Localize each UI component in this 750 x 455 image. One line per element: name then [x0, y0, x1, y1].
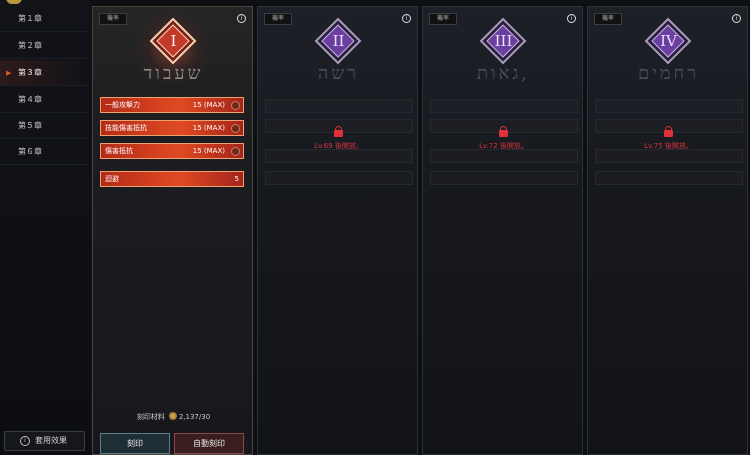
engrave-panel-3: 機率 i III גאות, Lv.72 後開放。 [422, 6, 583, 455]
empty-slot [265, 149, 413, 163]
rate-label: 機率 [436, 15, 449, 22]
engrave-label: 刻印 [127, 439, 143, 448]
rate-button[interactable]: 機率 [429, 13, 457, 25]
empty-slot [265, 99, 413, 113]
rune-inscription: שעבוד [143, 63, 204, 84]
lock-message: Lv.75 後開放。 [588, 126, 749, 151]
rate-button[interactable]: 機率 [594, 13, 622, 25]
stat-value: 15 (MAX) [192, 101, 225, 109]
stat-bar[interactable]: 傷害抵抗 15 (MAX) [100, 143, 244, 159]
stat-name: 技能傷害抵抗 [105, 124, 147, 132]
lock-toggle-icon[interactable] [231, 101, 240, 110]
material-counter: 刻印材料 2,137/30 [93, 412, 254, 422]
lock-toggle-icon[interactable] [231, 124, 240, 133]
rune-numeral: III [494, 32, 513, 50]
crest-icon [6, 0, 22, 4]
selected-arrow-icon: ▶ [6, 69, 12, 77]
rune-numeral: I [170, 32, 177, 50]
stat-name: 迴避 [105, 175, 119, 183]
engrave-panel-1: 機率 i I שעבוד 一般攻擊力 15 (MAX) 技能傷害抵抗 15 (M… [92, 6, 253, 455]
rate-label: 機率 [271, 15, 284, 22]
chapter-label: 第１章 [18, 14, 42, 23]
rate-label: 機率 [106, 15, 119, 22]
engrave-panel-4: 機率 i IV רחמים Lv.75 後開放。 [587, 6, 748, 455]
info-icon[interactable]: i [567, 14, 576, 23]
chapter-sidebar: 第１章 第２章 ▶ 第３章 第４章 第５章 第６章 i 套用效果 [0, 0, 90, 455]
chapter-item-6[interactable]: 第６章 [0, 139, 88, 165]
padlock-icon [664, 126, 673, 137]
material-count: 2,137/30 [178, 413, 211, 421]
info-icon[interactable]: i [402, 14, 411, 23]
chapter-label: 第２章 [18, 41, 42, 50]
rune-numeral: IV [660, 32, 677, 50]
stat-value: 15 (MAX) [192, 124, 225, 132]
auto-engrave-label: 自動刻印 [193, 439, 225, 448]
padlock-icon [499, 126, 508, 137]
stat-value: 5 [234, 175, 239, 183]
unlock-level-text: Lv.72 後開放。 [479, 142, 528, 150]
chapter-label: 第３章 [18, 68, 42, 77]
stat-name: 一般攻擊力 [105, 101, 140, 109]
stat-bar[interactable]: 技能傷害抵抗 15 (MAX) [100, 120, 244, 136]
rate-button[interactable]: 機率 [264, 13, 292, 25]
lock-message: Lv.72 後開放。 [423, 126, 584, 151]
empty-slot [430, 171, 578, 185]
auto-engrave-button[interactable]: 自動刻印 [174, 433, 244, 454]
rune-inscription: גאות, [476, 63, 531, 84]
rate-button[interactable]: 機率 [99, 13, 127, 25]
rune-inscription: רחמים [637, 63, 700, 84]
rune-inscription: רשה [318, 63, 359, 84]
dodge-stat-bar[interactable]: 迴避 5 [100, 171, 244, 187]
chapter-item-4[interactable]: 第４章 [0, 87, 88, 113]
unlock-level-text: Lv.75 後開放。 [644, 142, 693, 150]
chapter-item-2[interactable]: 第２章 [0, 33, 88, 59]
stat-value: 15 (MAX) [192, 147, 225, 155]
lock-toggle-icon[interactable] [231, 147, 240, 156]
unlock-level-text: Lv.69 後開放。 [314, 142, 363, 150]
lock-message: Lv.69 後開放。 [258, 126, 419, 151]
engrave-button[interactable]: 刻印 [100, 433, 170, 454]
coin-icon [168, 412, 177, 420]
empty-slot [430, 99, 578, 113]
stat-bar[interactable]: 一般攻擊力 15 (MAX) [100, 97, 244, 113]
chapter-label: 第６章 [18, 147, 42, 156]
padlock-icon [334, 126, 343, 137]
apply-effect-button[interactable]: i 套用效果 [4, 431, 85, 451]
apply-effect-label: 套用效果 [35, 436, 67, 445]
engrave-panel-2: 機率 i II רשה Lv.69 後開放。 [257, 6, 418, 455]
empty-slot [595, 149, 743, 163]
chapter-item-5[interactable]: 第５章 [0, 113, 88, 139]
chapter-label: 第５章 [18, 121, 42, 130]
info-icon: i [20, 436, 30, 446]
chapter-item-3[interactable]: ▶ 第３章 [0, 60, 88, 86]
info-icon[interactable]: i [732, 14, 741, 23]
material-label: 刻印材料 [136, 413, 165, 421]
chapter-label: 第４章 [18, 95, 42, 104]
empty-slot [430, 149, 578, 163]
stat-name: 傷害抵抗 [105, 147, 133, 155]
rune-numeral: II [332, 32, 345, 50]
rate-label: 機率 [601, 15, 614, 22]
chapter-item-1[interactable]: 第１章 [0, 6, 88, 32]
empty-slot [265, 171, 413, 185]
empty-slot [595, 171, 743, 185]
empty-slot [595, 99, 743, 113]
info-icon[interactable]: i [237, 14, 246, 23]
